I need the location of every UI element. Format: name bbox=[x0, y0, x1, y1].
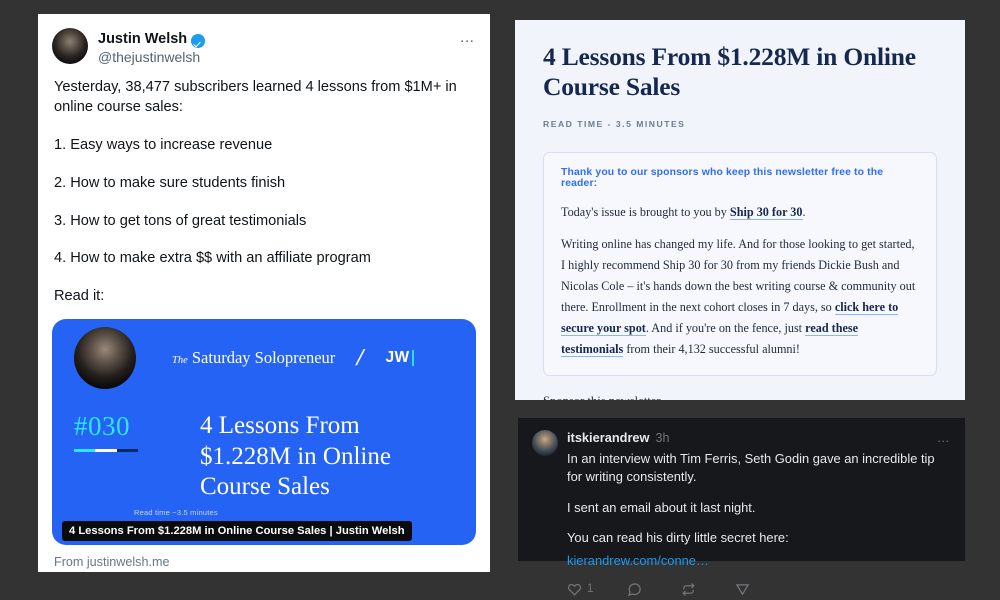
reply-tweet-row: itskierandrew 3h … In an interview with … bbox=[532, 430, 951, 597]
reply-username[interactable]: itskierandrew bbox=[567, 430, 650, 445]
reply-link[interactable]: kierandrew.com/conne… bbox=[567, 552, 951, 570]
tweet-handle[interactable]: @thejustinwelsh bbox=[98, 49, 205, 66]
verified-badge-icon bbox=[191, 33, 206, 48]
sponsor-body-mid: . And if you're on the fence, just bbox=[645, 320, 806, 335]
accent-bar bbox=[74, 449, 138, 453]
tweet-source-domain[interactable]: From justinwelsh.me bbox=[38, 545, 490, 569]
retweet-button[interactable] bbox=[681, 582, 701, 597]
tweet-display-name[interactable]: Justin Welsh bbox=[98, 31, 206, 48]
tweet-paragraph: 2. How to make sure students finish bbox=[54, 174, 286, 191]
tweet-paragraph: Yesterday, 38,477 subscribers learned 4 … bbox=[54, 79, 457, 116]
reply-action-bar: 1 bbox=[567, 582, 951, 597]
tweet-card: Justin Welsh @thejustinwelsh … Yesterday… bbox=[38, 14, 490, 572]
tweet-paragraph: Read it: bbox=[54, 288, 105, 305]
preview-issue-block: #030 bbox=[74, 411, 200, 503]
brand-prefix: The bbox=[172, 355, 188, 367]
ship30-link[interactable]: Ship 30 for 30 bbox=[729, 204, 803, 220]
reply-tweet-card: itskierandrew 3h … In an interview with … bbox=[518, 418, 965, 597]
issue-number: #030 bbox=[74, 411, 130, 442]
accent-bar-segment-cyan bbox=[74, 449, 96, 453]
preview-read-time: Read time ~3.5 minutes bbox=[134, 508, 218, 518]
reply-content: itskierandrew 3h … In an interview with … bbox=[567, 430, 951, 597]
sponsor-body-post: from their 4,132 successful alumni! bbox=[623, 341, 800, 356]
reply-timestamp: 3h bbox=[655, 431, 670, 445]
tweet-timestamp: 8:47 AM · Jul 31, 2022 bbox=[38, 569, 490, 572]
more-options-icon[interactable]: … bbox=[460, 30, 477, 45]
newsletter-title: 4 Lessons From $1.228M in Online Course … bbox=[543, 42, 916, 101]
reply-header: itskierandrew 3h bbox=[567, 430, 951, 445]
tweet-paragraph: 1. Easy ways to increase revenue bbox=[54, 136, 273, 153]
brand-divider-icon: / bbox=[354, 345, 367, 371]
reply-paragraph: You can read his dirty little secret her… bbox=[567, 530, 789, 546]
sponsor-heading: Thank you to our sponsors who keep this … bbox=[561, 166, 884, 189]
accent-bar-segment-white bbox=[95, 449, 117, 453]
reply-paragraph: In an interview with Tim Ferris, Seth Go… bbox=[567, 451, 935, 484]
sponsor-line-1: Today's issue is brought to you by Ship … bbox=[561, 202, 919, 223]
sponsor-box: Thank you to our sponsors who keep this … bbox=[543, 151, 937, 376]
tweet-paragraph: 3. How to get tons of great testimonials bbox=[54, 212, 307, 229]
tweet-identity: Justin Welsh @thejustinwelsh bbox=[98, 28, 206, 66]
accent-bar-segment-navy bbox=[116, 449, 138, 453]
newsletter-read-time: READ TIME - 3.5 MINUTES bbox=[543, 118, 686, 129]
display-name-text: Justin Welsh bbox=[98, 31, 188, 47]
preview-avatar bbox=[74, 327, 136, 390]
tweet-header: Justin Welsh @thejustinwelsh … bbox=[38, 14, 490, 66]
preview-logo: JW bbox=[385, 349, 414, 367]
reply-more-options-icon[interactable]: … bbox=[937, 430, 951, 445]
like-button[interactable]: 1 bbox=[567, 582, 593, 597]
preview-card-header: The Saturday Solopreneur / JW bbox=[52, 319, 476, 397]
newsletter-panel: 4 Lessons From $1.228M in Online Course … bbox=[515, 20, 965, 400]
share-button[interactable] bbox=[735, 582, 755, 597]
reply-avatar[interactable] bbox=[532, 430, 558, 456]
tweet-paragraph: 4. How to make extra $$ with an affiliat… bbox=[54, 250, 371, 267]
reply-link-text: kierandrew.com/conne… bbox=[567, 553, 709, 569]
like-count: 1 bbox=[587, 583, 594, 596]
sponsor-line1-post: . bbox=[802, 204, 806, 219]
reply-paragraph: I sent an email about it last night. bbox=[567, 499, 756, 515]
preview-brand: The Saturday Solopreneur / JW bbox=[136, 345, 450, 371]
preview-card-main: #030 4 Lessons From $1.228M in Online Co… bbox=[52, 397, 476, 503]
sponsor-body: Writing online has changed my life. And … bbox=[561, 234, 919, 360]
preview-title: 4 Lessons From $1.228M in Online Course … bbox=[200, 412, 391, 501]
link-preview-card[interactable]: The Saturday Solopreneur / JW #030 4 Les… bbox=[52, 319, 476, 546]
tweet-text-body: Yesterday, 38,477 subscribers learned 4 … bbox=[38, 66, 490, 307]
brand-name: Saturday Solopreneur bbox=[191, 348, 336, 368]
preview-caption: 4 Lessons From $1.228M in Online Course … bbox=[62, 521, 412, 542]
logo-text: JW bbox=[385, 349, 410, 367]
preview-brand-name: The Saturday Solopreneur bbox=[172, 348, 335, 368]
sponsor-line1-pre: Today's issue is brought to you by bbox=[561, 204, 730, 219]
logo-cursor-icon bbox=[411, 350, 414, 367]
sponsor-this-newsletter-link[interactable]: Sponsor this newsletter bbox=[543, 394, 661, 400]
reply-button[interactable] bbox=[627, 582, 647, 597]
avatar[interactable] bbox=[52, 28, 88, 64]
screenshot-stage: Justin Welsh @thejustinwelsh … Yesterday… bbox=[0, 0, 1000, 600]
